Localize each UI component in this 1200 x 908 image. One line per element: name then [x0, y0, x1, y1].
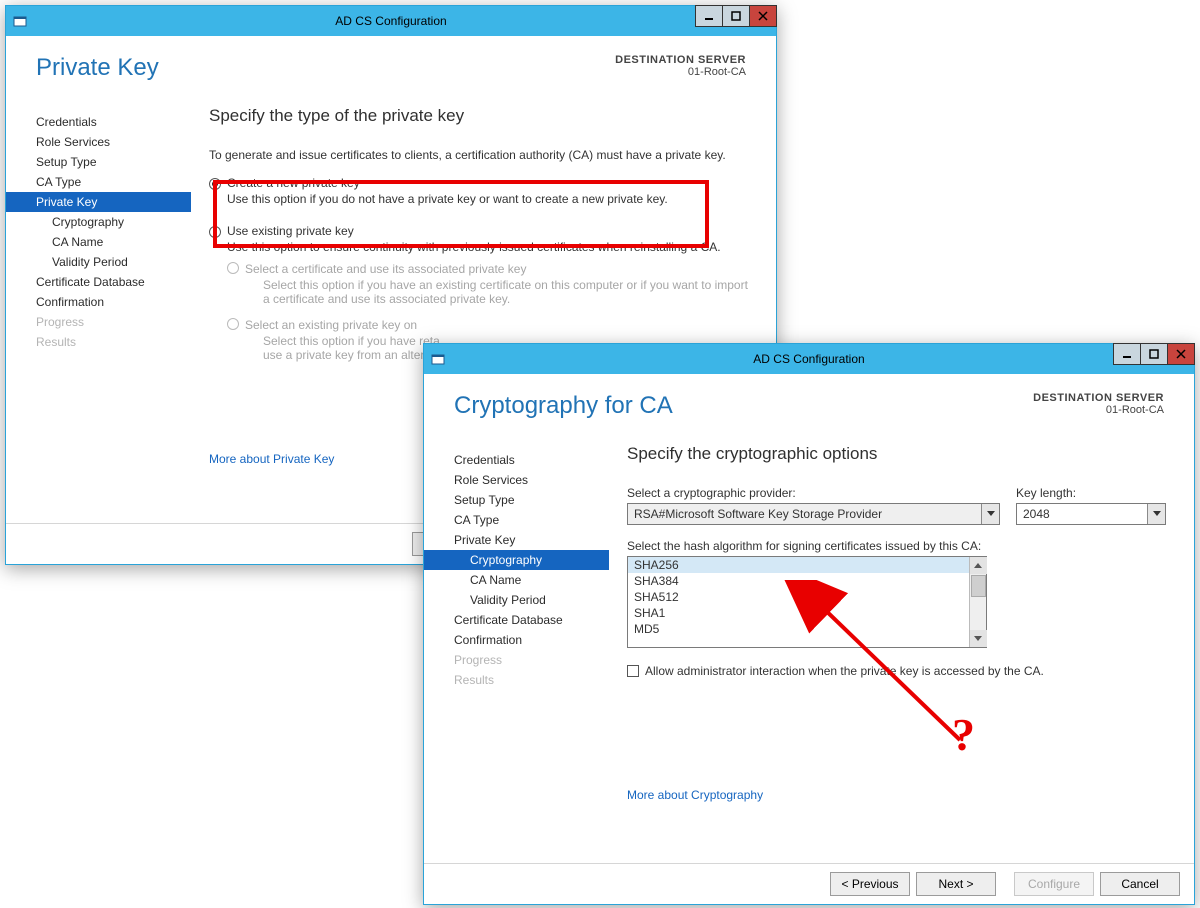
sidebar-item-role-services[interactable]: Role Services — [424, 470, 609, 490]
sidebar-item-results: Results — [6, 332, 191, 352]
window-controls — [1114, 343, 1195, 365]
radio-use-existing-desc: Use this option to ensure continuity wit… — [209, 240, 748, 254]
radio-create-new-label: Create a new private key — [227, 176, 360, 190]
window-title: AD CS Configuration — [6, 14, 776, 28]
hash-option-sha384[interactable]: SHA384 — [628, 573, 969, 589]
sidebar-item-ca-name[interactable]: CA Name — [6, 232, 191, 252]
hash-label: Select the hash algorithm for signing ce… — [627, 539, 1166, 553]
intro-text: To generate and issue certificates to cl… — [209, 148, 748, 162]
sidebar-item-credentials[interactable]: Credentials — [424, 450, 609, 470]
section-title: Specify the cryptographic options — [627, 444, 1166, 464]
destination-server-label: DESTINATION SERVER — [615, 54, 746, 66]
close-button[interactable] — [1167, 343, 1195, 365]
scroll-down-icon[interactable] — [970, 630, 987, 647]
wizard-sidebar: CredentialsRole ServicesSetup TypeCA Typ… — [6, 92, 191, 523]
next-button[interactable]: Next > — [916, 872, 996, 896]
hash-algorithm-listbox[interactable]: SHA256SHA384SHA512SHA1MD5 — [627, 556, 987, 648]
main-content: Specify the cryptographic options Select… — [609, 430, 1176, 863]
chevron-down-icon — [981, 504, 999, 524]
radio-use-existing[interactable]: Use existing private key — [209, 224, 748, 238]
scrollbar[interactable] — [969, 557, 986, 647]
sidebar-item-cryptography[interactable]: Cryptography — [424, 550, 609, 570]
hash-option-sha512[interactable]: SHA512 — [628, 589, 969, 605]
destination-server-block: DESTINATION SERVER 01-Root-CA — [615, 54, 746, 82]
destination-server-block: DESTINATION SERVER 01-Root-CA — [1033, 392, 1164, 420]
hash-option-sha1[interactable]: SHA1 — [628, 605, 969, 621]
hash-option-md5[interactable]: MD5 — [628, 621, 969, 637]
radio-select-cert-desc: Select this option if you have an existi… — [227, 278, 748, 306]
radio-icon — [227, 262, 239, 274]
maximize-button[interactable] — [1140, 343, 1168, 365]
sidebar-item-confirmation[interactable]: Confirmation — [6, 292, 191, 312]
radio-icon — [227, 318, 239, 330]
sidebar-item-ca-type[interactable]: CA Type — [6, 172, 191, 192]
titlebar[interactable]: AD CS Configuration — [6, 6, 776, 36]
more-about-link[interactable]: More about Private Key — [209, 452, 334, 466]
page-title: Private Key — [36, 54, 159, 82]
radio-select-cert[interactable]: Select a certificate and use its associa… — [227, 260, 748, 276]
sidebar-item-results: Results — [424, 670, 609, 690]
sidebar-item-certificate-database[interactable]: Certificate Database — [424, 610, 609, 630]
radio-select-cert-label: Select a certificate and use its associa… — [245, 262, 526, 276]
sidebar-item-confirmation[interactable]: Confirmation — [424, 630, 609, 650]
radio-icon — [209, 226, 221, 238]
sidebar-item-progress: Progress — [6, 312, 191, 332]
allow-admin-checkbox-row[interactable]: Allow administrator interaction when the… — [627, 664, 1166, 678]
keylength-label: Key length: — [1016, 486, 1166, 500]
sidebar-item-cryptography[interactable]: Cryptography — [6, 212, 191, 232]
destination-server-label: DESTINATION SERVER — [1033, 392, 1164, 404]
chevron-down-icon — [1147, 504, 1165, 524]
maximize-button[interactable] — [722, 5, 750, 27]
app-icon — [430, 351, 446, 367]
sidebar-item-setup-type[interactable]: Setup Type — [6, 152, 191, 172]
app-icon — [12, 13, 28, 29]
radio-select-existing-pk-label: Select an existing private key on — [245, 318, 417, 332]
provider-value: RSA#Microsoft Software Key Storage Provi… — [628, 504, 981, 524]
window-cryptography: AD CS Configuration Cryptography for CA … — [423, 343, 1195, 905]
radio-use-existing-label: Use existing private key — [227, 224, 354, 238]
window-controls — [696, 5, 777, 27]
destination-server-value: 01-Root-CA — [615, 66, 746, 78]
provider-label: Select a cryptographic provider: — [627, 486, 1000, 500]
checkbox-icon — [627, 665, 639, 677]
destination-server-value: 01-Root-CA — [1033, 404, 1164, 416]
page-title: Cryptography for CA — [454, 392, 673, 420]
radio-create-new[interactable]: Create a new private key — [209, 176, 748, 190]
configure-button[interactable]: Configure — [1014, 872, 1094, 896]
sidebar-item-progress: Progress — [424, 650, 609, 670]
cancel-button[interactable]: Cancel — [1100, 872, 1180, 896]
scroll-thumb[interactable] — [971, 575, 986, 597]
sidebar-item-ca-name[interactable]: CA Name — [424, 570, 609, 590]
hash-option-sha256[interactable]: SHA256 — [628, 557, 969, 573]
close-button[interactable] — [749, 5, 777, 27]
radio-create-new-desc: Use this option if you do not have a pri… — [209, 192, 748, 206]
sidebar-item-role-services[interactable]: Role Services — [6, 132, 191, 152]
scroll-up-icon[interactable] — [970, 557, 987, 574]
titlebar[interactable]: AD CS Configuration — [424, 344, 1194, 374]
sidebar-item-validity-period[interactable]: Validity Period — [6, 252, 191, 272]
minimize-button[interactable] — [695, 5, 723, 27]
footer-buttons: < Previous Next > Configure Cancel — [424, 863, 1194, 904]
sidebar-item-private-key[interactable]: Private Key — [6, 192, 191, 212]
keylength-value: 2048 — [1017, 504, 1147, 524]
section-title: Specify the type of the private key — [209, 106, 748, 126]
window-title: AD CS Configuration — [424, 352, 1194, 366]
sidebar-item-certificate-database[interactable]: Certificate Database — [6, 272, 191, 292]
radio-select-existing-pk[interactable]: Select an existing private key on — [227, 316, 748, 332]
more-about-link[interactable]: More about Cryptography — [627, 788, 763, 802]
minimize-button[interactable] — [1113, 343, 1141, 365]
sidebar-item-ca-type[interactable]: CA Type — [424, 510, 609, 530]
previous-button[interactable]: < Previous — [830, 872, 910, 896]
provider-combobox[interactable]: RSA#Microsoft Software Key Storage Provi… — [627, 503, 1000, 525]
sidebar-item-setup-type[interactable]: Setup Type — [424, 490, 609, 510]
allow-admin-label: Allow administrator interaction when the… — [645, 664, 1044, 678]
keylength-combobox[interactable]: 2048 — [1016, 503, 1166, 525]
radio-icon — [209, 178, 221, 190]
wizard-sidebar: CredentialsRole ServicesSetup TypeCA Typ… — [424, 430, 609, 863]
sidebar-item-private-key[interactable]: Private Key — [424, 530, 609, 550]
sidebar-item-credentials[interactable]: Credentials — [6, 112, 191, 132]
sidebar-item-validity-period[interactable]: Validity Period — [424, 590, 609, 610]
